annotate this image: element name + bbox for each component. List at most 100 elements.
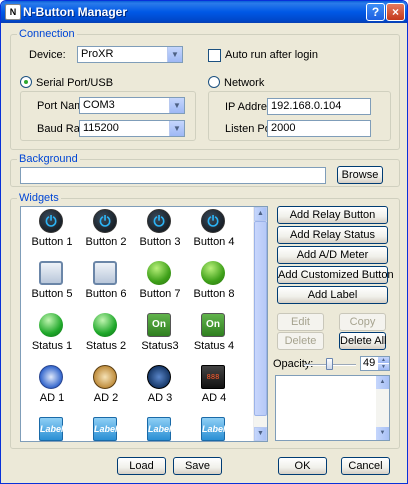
widget-item[interactable]: Label: [187, 415, 243, 441]
add-customized-button-button[interactable]: Add Customized Button: [277, 266, 394, 284]
widgets-group-label: Widgets: [17, 192, 61, 204]
help-button[interactable]: ?: [366, 3, 385, 21]
chevron-down-icon[interactable]: ▼: [169, 121, 184, 136]
preview-scrollbar[interactable]: ▲ ▼: [376, 376, 389, 440]
widget-item[interactable]: ⏻ Button 4: [187, 207, 243, 259]
square-button-icon: [39, 261, 63, 285]
autorun-label[interactable]: Auto run after login: [225, 49, 318, 61]
widget-item[interactable]: On Status 4: [187, 311, 243, 363]
widget-item[interactable]: On Status3: [133, 311, 189, 363]
widget-item[interactable]: ⏻ Button 3: [133, 207, 189, 259]
save-button[interactable]: Save: [173, 457, 222, 475]
cancel-button[interactable]: Cancel: [341, 457, 390, 475]
widget-item-label: Button 8: [193, 288, 235, 300]
load-button[interactable]: Load: [117, 457, 166, 475]
device-select-value: ProXR: [81, 48, 114, 60]
window-title: N-Button Manager: [23, 5, 127, 19]
delete-all-button[interactable]: Delete All: [339, 332, 386, 350]
widget-item-label: Button 4: [193, 236, 235, 248]
device-label: Device:: [29, 49, 66, 61]
ip-address-field[interactable]: 192.168.0.104: [267, 98, 371, 115]
add-relay-button-button[interactable]: Add Relay Button: [277, 206, 388, 224]
widget-item-label: AD 2: [93, 392, 119, 404]
widget-item-label: Button 1: [31, 236, 73, 248]
widget-item-label: Status3: [141, 340, 179, 352]
serial-port-label[interactable]: Serial Port/USB: [36, 77, 113, 89]
brass-gauge-icon: [93, 365, 117, 389]
spin-down-icon[interactable]: ▼: [378, 364, 389, 370]
widgets-scrollbar[interactable]: ▲ ▼: [253, 207, 267, 441]
widget-item[interactable]: Button 8: [187, 259, 243, 311]
label-widget-icon: Label: [201, 417, 226, 441]
widget-item[interactable]: Status 2: [79, 311, 135, 363]
widget-item[interactable]: Status 1: [25, 311, 81, 363]
green-led-icon: [93, 313, 117, 337]
scroll-up-icon[interactable]: ▲: [254, 207, 267, 221]
autorun-checkbox[interactable]: [208, 49, 221, 62]
browse-button[interactable]: Browse: [337, 166, 383, 184]
widget-item[interactable]: AD 2: [79, 363, 135, 415]
delete-button[interactable]: Delete: [277, 332, 324, 350]
widget-item[interactable]: ⏻ Button 1: [25, 207, 81, 259]
widget-item[interactable]: Button 6: [79, 259, 135, 311]
on-switch-icon: On: [201, 313, 225, 337]
green-led-icon: [39, 313, 63, 337]
widget-item-label: Button 3: [139, 236, 181, 248]
device-select[interactable]: ProXR ▼: [77, 46, 183, 63]
add-ad-meter-button[interactable]: Add A/D Meter: [277, 246, 388, 264]
chevron-down-icon[interactable]: ▼: [167, 47, 182, 62]
widget-item-label: Button 6: [85, 288, 127, 300]
network-radio[interactable]: [208, 76, 220, 88]
power-button-icon: ⏻: [93, 209, 117, 233]
opacity-slider-thumb[interactable]: [326, 358, 333, 370]
port-name-select[interactable]: COM3 ▼: [79, 97, 185, 114]
baud-rate-value: 115200: [83, 122, 119, 134]
spin-up-icon[interactable]: ▲: [378, 357, 389, 363]
widget-item[interactable]: AD 3: [133, 363, 189, 415]
widget-preview-box: ▲ ▼: [275, 375, 390, 441]
widget-item-label: Button 2: [85, 236, 127, 248]
widget-item[interactable]: AD 1: [25, 363, 81, 415]
chevron-down-icon[interactable]: ▼: [169, 98, 184, 113]
widget-item-label: Button 7: [139, 288, 181, 300]
widget-item-label: Status 4: [193, 340, 235, 352]
title-bar[interactable]: N N-Button Manager ? ×: [1, 1, 407, 23]
close-button[interactable]: ×: [386, 3, 405, 21]
square-button-icon: [93, 261, 117, 285]
scroll-up-icon[interactable]: ▲: [376, 376, 389, 389]
green-ball-button-icon: [201, 261, 225, 285]
blue-gauge-icon: [39, 365, 63, 389]
network-label[interactable]: Network: [224, 77, 264, 89]
widget-item[interactable]: Label: [79, 415, 135, 441]
scroll-down-icon[interactable]: ▼: [376, 427, 389, 440]
widgets-list[interactable]: ⏻ Button 1 ⏻ Button 2 ⏻ Button 3 ⏻ Button 4 Butt…: [20, 206, 268, 442]
widget-item[interactable]: Button 5: [25, 259, 81, 311]
scroll-thumb[interactable]: [254, 221, 267, 416]
widget-item[interactable]: Label: [133, 415, 189, 441]
widget-item[interactable]: 888 AD 4: [187, 363, 243, 415]
copy-button[interactable]: Copy: [339, 313, 386, 331]
widget-item[interactable]: ⏻ Button 2: [79, 207, 135, 259]
add-relay-status-button[interactable]: Add Relay Status: [277, 226, 388, 244]
widget-item-label: AD 1: [39, 392, 65, 404]
ok-button[interactable]: OK: [278, 457, 327, 475]
on-switch-icon: On: [147, 313, 171, 337]
opacity-spinner[interactable]: 49 ▲ ▼: [360, 356, 390, 371]
background-path-field[interactable]: [20, 167, 326, 184]
label-widget-icon: Label: [39, 417, 64, 441]
digital-display-icon: 888: [201, 365, 225, 389]
dark-gauge-icon: [147, 365, 171, 389]
opacity-value: 49: [363, 357, 376, 369]
widget-item[interactable]: Button 7: [133, 259, 189, 311]
widget-item-label: AD 3: [147, 392, 173, 404]
add-label-button[interactable]: Add Label: [277, 286, 388, 304]
listen-port-field[interactable]: 2000: [267, 120, 371, 137]
scroll-down-icon[interactable]: ▼: [254, 427, 267, 441]
baud-rate-select[interactable]: 115200 ▼: [79, 120, 185, 137]
widget-item-label: AD 4: [201, 392, 227, 404]
n-button-manager-window: N N-Button Manager ? × Connection Device…: [0, 0, 408, 484]
edit-button[interactable]: Edit: [277, 313, 324, 331]
power-button-icon: ⏻: [201, 209, 225, 233]
widget-item[interactable]: Label: [25, 415, 81, 441]
serial-port-radio[interactable]: [20, 76, 32, 88]
